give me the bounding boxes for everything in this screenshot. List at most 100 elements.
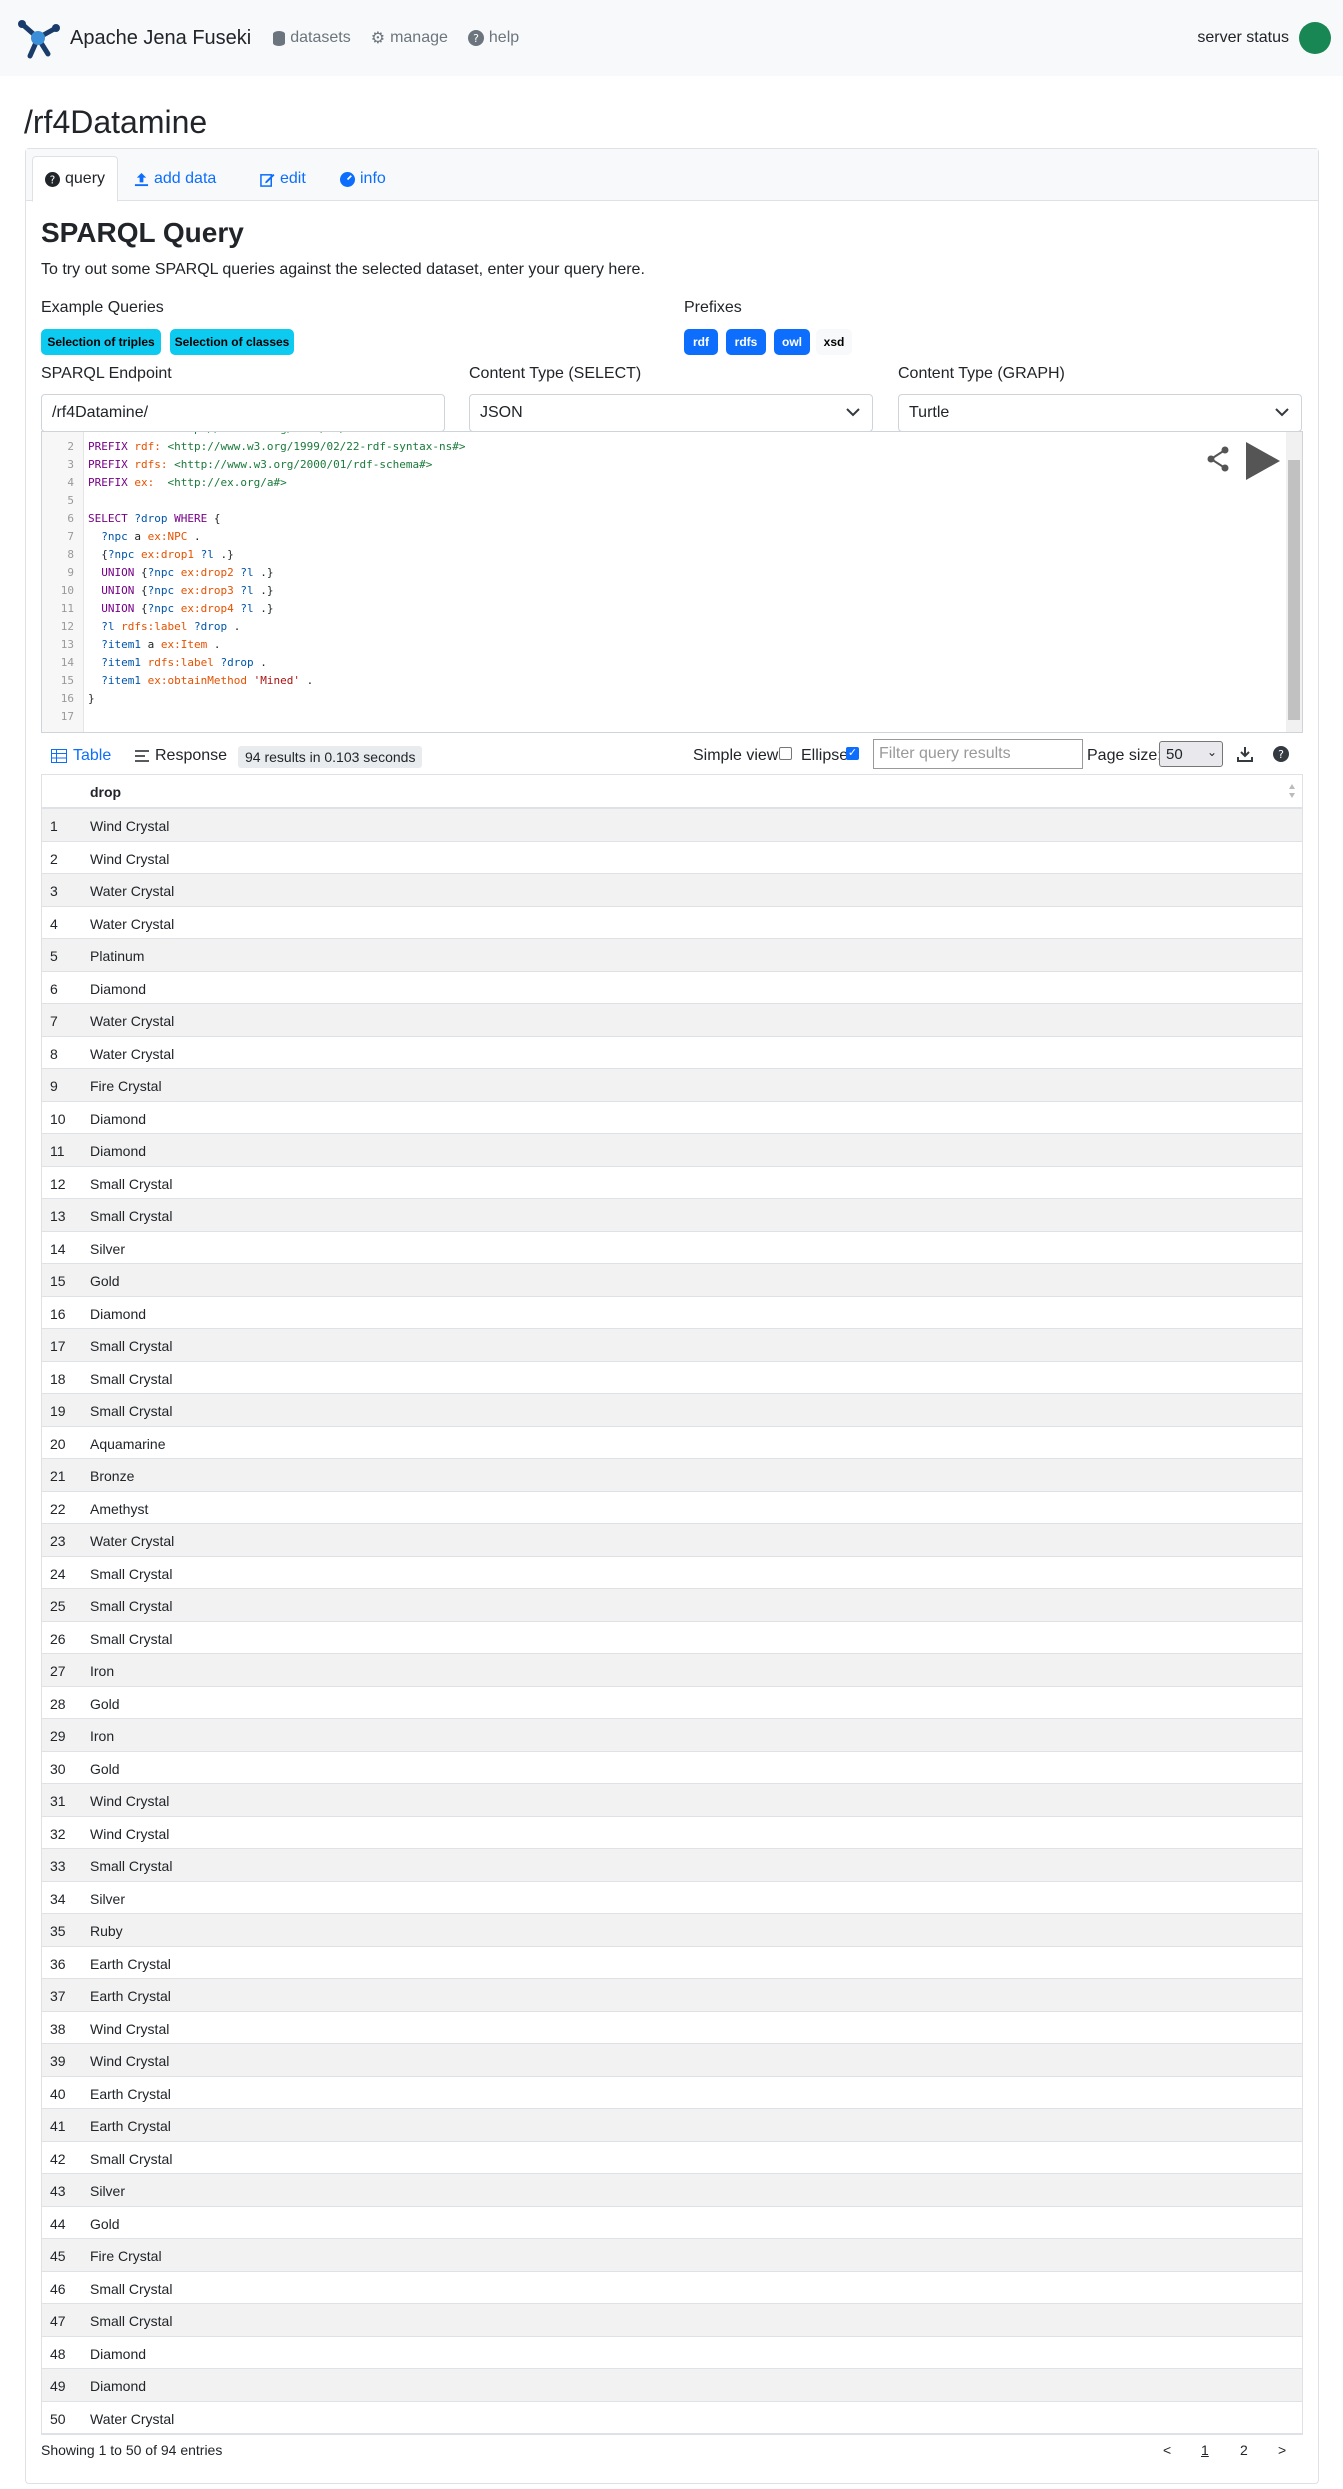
- cell-drop: Iron: [90, 1663, 115, 1679]
- chevron-down-icon: [1275, 408, 1289, 417]
- graph-type-value: Turtle: [909, 404, 950, 421]
- download-icon[interactable]: [1237, 746, 1253, 762]
- table-row: 22 Amethyst: [42, 1492, 1302, 1524]
- cell-drop: Gold: [90, 1273, 120, 1289]
- cell-drop: Fire Crystal: [90, 1078, 162, 1094]
- cell-drop: Silver: [90, 1240, 126, 1257]
- table-row: 3 Water Crystal: [42, 874, 1302, 907]
- line-number: 5: [67, 494, 74, 507]
- results-tab-response[interactable]: Response: [135, 739, 227, 773]
- cell-drop: Small Crystal: [90, 2313, 173, 2329]
- row-index: 23: [50, 1533, 66, 1549]
- prefix-xsd-button[interactable]: xsd: [816, 329, 852, 355]
- line-number: 10: [60, 584, 74, 597]
- nav-manage[interactable]: ⚙ manage: [371, 28, 448, 48]
- row-index: 21: [50, 1468, 66, 1484]
- line-number: 14: [60, 656, 74, 669]
- cell-drop: Gold: [90, 2215, 120, 2232]
- section-lead: To try out some SPARQL queries against t…: [41, 261, 645, 278]
- dashboard-icon: [340, 171, 355, 187]
- row-index: 48: [50, 2345, 66, 2362]
- table-row: 31 Wind Crystal: [42, 1784, 1302, 1817]
- tab-query[interactable]: ? query: [32, 156, 119, 202]
- row-index: 15: [50, 1273, 66, 1289]
- row-index: 11: [50, 1143, 65, 1159]
- cell-drop: Earth Crystal: [90, 1988, 171, 2004]
- prefix-rdfs-button[interactable]: rdfs: [726, 329, 766, 355]
- prefix-owl-button[interactable]: owl: [774, 329, 810, 355]
- example-triples-button[interactable]: Selection of triples: [41, 329, 161, 355]
- status-indicator: [1299, 22, 1331, 54]
- cell-drop: Small Crystal: [90, 1175, 173, 1192]
- table-row: 24 Small Crystal: [42, 1557, 1302, 1589]
- graph-type-dropdown[interactable]: Turtle: [898, 394, 1302, 432]
- cell-drop: Small Crystal: [90, 1858, 173, 1874]
- ellipse-checkbox[interactable]: ✓: [846, 747, 859, 760]
- pager-page-1[interactable]: 1: [1201, 2442, 1209, 2458]
- results-toolbar: Table Response 94 results in 0.103 secon…: [41, 739, 1303, 773]
- cell-drop: Small Crystal: [90, 1370, 173, 1387]
- prefix-rdf-button[interactable]: rdf: [684, 329, 718, 355]
- endpoint-input[interactable]: /rf4Datamine/: [41, 394, 445, 432]
- line-number: 17: [60, 710, 74, 723]
- filter-input[interactable]: Filter query results: [873, 739, 1083, 769]
- simple-view-label: Simple view: [693, 747, 779, 764]
- help-icon[interactable]: ?: [1273, 746, 1289, 762]
- row-index: 18: [50, 1370, 66, 1387]
- run-query-icon[interactable]: [1244, 440, 1282, 482]
- brand[interactable]: Apache Jena Fuseki: [12, 14, 251, 62]
- cell-drop: Ruby: [90, 1923, 123, 1939]
- code-line: ?npc a ex:NPC .: [101, 530, 201, 543]
- cell-drop: Water Crystal: [90, 1045, 175, 1062]
- table-row: 6 Diamond: [42, 972, 1302, 1004]
- tab-edit[interactable]: edit: [248, 156, 318, 202]
- table-row: 26 Small Crystal: [42, 1622, 1302, 1654]
- table-row: 48 Diamond: [42, 2337, 1302, 2369]
- select-type-dropdown[interactable]: JSON: [469, 394, 873, 432]
- cell-drop: Earth Crystal: [90, 2085, 171, 2102]
- code-line: PREFIX owl: <http://www.w3.org/2002/07/o…: [88, 432, 379, 438]
- nav-help[interactable]: ? help: [467, 29, 519, 47]
- jena-logo-icon: [18, 20, 60, 59]
- table-row: 39 Wind Crystal: [42, 2044, 1302, 2077]
- tab-info[interactable]: info: [328, 156, 398, 202]
- brand-name: Apache Jena Fuseki: [70, 26, 252, 49]
- row-index: 44: [50, 2215, 66, 2232]
- results-tab-table[interactable]: Table: [51, 739, 111, 773]
- query-editor[interactable]: 1234567891011121314151617 PREFIX owl: <h…: [41, 431, 1303, 733]
- row-index: 49: [50, 2378, 66, 2394]
- graph-type-label: Content Type (GRAPH): [898, 365, 1065, 382]
- cell-drop: Aquamarine: [90, 1435, 166, 1452]
- share-icon[interactable]: [1207, 446, 1229, 472]
- column-header-drop[interactable]: drop: [90, 784, 121, 800]
- row-index: 41: [50, 2118, 66, 2134]
- tab-add-data[interactable]: add data: [122, 156, 228, 202]
- cell-drop: Wind Crystal: [90, 850, 170, 867]
- table-row: 43 Silver: [42, 2174, 1302, 2207]
- table-row: 1 Wind Crystal: [42, 809, 1302, 842]
- editor-scroll-thumb[interactable]: [1288, 460, 1300, 720]
- row-index: 3: [50, 883, 58, 899]
- results-tab-response-label: Response: [155, 747, 228, 764]
- page-size-select[interactable]: 50 ⌄: [1159, 741, 1223, 767]
- nav-datasets[interactable]: datasets: [273, 29, 351, 47]
- table-row: 20 Aquamarine: [42, 1427, 1302, 1459]
- line-number: 15: [60, 674, 74, 687]
- pager-page-2[interactable]: 2: [1240, 2442, 1248, 2458]
- tab-info-label: info: [360, 170, 386, 187]
- sort-icon[interactable]: [1288, 783, 1296, 799]
- pager-next[interactable]: >: [1278, 2442, 1286, 2458]
- table-header: drop: [42, 775, 1302, 809]
- cell-drop: Small Crystal: [90, 2280, 173, 2297]
- editor-scrollbar[interactable]: [1286, 432, 1302, 732]
- cell-drop: Small Crystal: [90, 1598, 173, 1614]
- table-row: 37 Earth Crystal: [42, 1979, 1302, 2012]
- pager-prev[interactable]: <: [1163, 2442, 1171, 2458]
- row-index: 34: [50, 1890, 66, 1907]
- line-number: 7: [67, 530, 74, 543]
- row-index: 22: [50, 1500, 66, 1517]
- example-classes-button[interactable]: Selection of classes: [170, 329, 294, 355]
- cell-drop: Wind Crystal: [90, 2020, 170, 2037]
- simple-view-checkbox[interactable]: [779, 747, 792, 760]
- edit-icon: [260, 173, 275, 187]
